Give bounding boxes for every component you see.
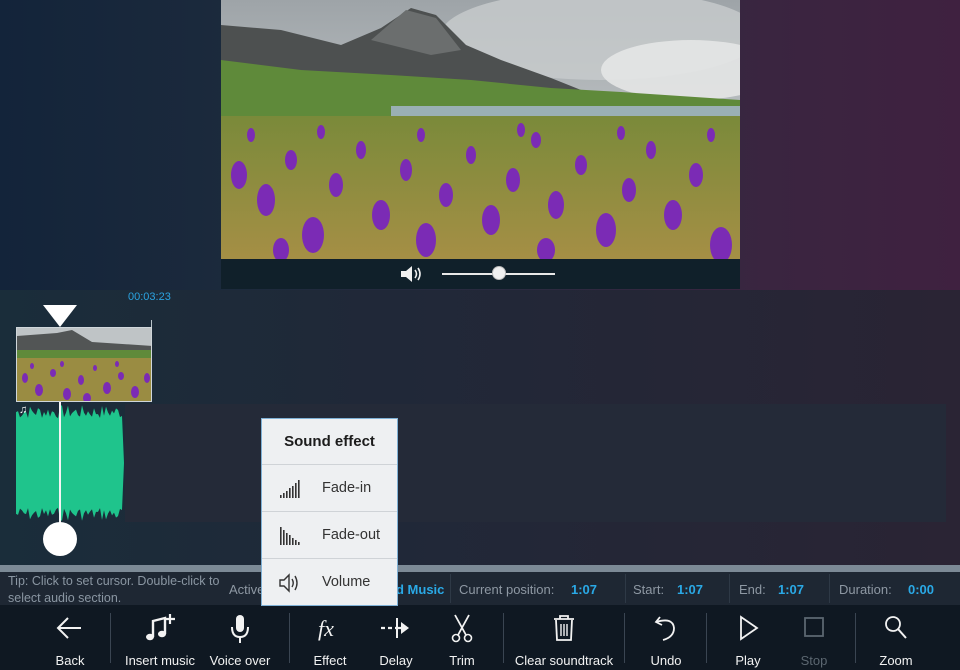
stop-button[interactable]: Stop [788,605,840,670]
zoom-button[interactable]: Zoom [870,605,922,670]
toolbar-divider [110,613,111,663]
svg-text:fx: fx [318,616,334,641]
end-value: 1:07 [778,582,805,597]
duration-value: 0:00 [908,582,935,597]
effect-button[interactable]: fx Effect [300,605,360,670]
stop-icon [788,613,840,649]
undo-icon [640,613,692,649]
video-clip-thumbnail[interactable] [16,327,152,402]
current-position-label: Current position: [459,582,555,597]
status-divider [729,574,730,603]
volume-label: Volume [322,574,371,590]
delay-button[interactable]: Delay [366,605,426,670]
play-label: Play [735,653,761,668]
fx-icon: fx [300,613,360,649]
active-label: Active [229,582,265,597]
status-divider [625,574,626,603]
start-label: Start: [633,582,665,597]
back-label: Back [55,653,85,668]
status-divider [829,574,830,603]
preview-image [221,0,740,259]
magnifier-icon [870,613,922,649]
audio-waveform[interactable] [16,404,126,522]
playhead-marker[interactable] [43,305,77,327]
zoom-label: Zoom [879,653,913,668]
fade-in-icon [280,480,300,498]
trash-icon [512,613,616,649]
timecode: 00:03:23 [128,291,171,303]
duration-label: Duration: [839,582,892,597]
timeline[interactable]: 00:03:23 ♫ [0,290,960,565]
sound-effect-title: Sound effect [262,419,397,465]
active-value: d Music [396,582,445,597]
scissors-icon [437,613,487,649]
audio-track[interactable] [125,404,946,522]
insert-music-button[interactable]: Insert music [120,605,200,670]
end-label: End: [739,582,766,597]
add-music-icon [120,613,200,649]
undo-button[interactable]: Undo [640,605,692,670]
trim-button[interactable]: Trim [437,605,487,670]
trim-label: Trim [449,653,475,668]
start-value: 1:07 [677,582,704,597]
menu-item-fade-in[interactable]: Fade-in [262,465,397,512]
clip-thumbnail-image [17,328,151,401]
undo-label: Undo [650,653,682,668]
current-position-value: 1:07 [571,582,598,597]
menu-item-volume[interactable]: Volume [262,559,397,606]
fade-out-icon [280,527,300,545]
effect-label: Effect [313,653,347,668]
arrow-left-icon [40,613,100,649]
microphone-icon [205,613,275,649]
toolbar-divider [289,613,290,663]
toolbar-divider [706,613,707,663]
clear-soundtrack-button[interactable]: Clear soundtrack [512,605,616,670]
video-preview[interactable] [221,0,740,289]
toolbar-divider [624,613,625,663]
voice-over-label: Voice over [209,653,271,668]
voice-over-button[interactable]: Voice over [205,605,275,670]
toolbar-divider [855,613,856,663]
music-note-icon: ♫ [19,404,28,416]
play-button[interactable]: Play [722,605,774,670]
clear-soundtrack-label: Clear soundtrack [514,653,614,668]
status-bar: Tip: Click to set cursor. Double-click t… [0,572,960,605]
bottom-toolbar: Back Insert music Voice over fx Effect D… [0,605,960,670]
toolbar-divider [503,613,504,663]
fade-in-label: Fade-in [322,480,372,496]
player-controls [221,259,740,289]
speaker-icon [279,573,298,593]
delay-label: Delay [379,653,413,668]
status-divider [450,574,451,603]
menu-item-fade-out[interactable]: Fade-out [262,512,397,559]
tip-text: Tip: Click to set cursor. Double-click t… [8,574,220,605]
insert-music-label: Insert music [124,653,196,668]
playhead-handle[interactable] [43,522,77,556]
back-button[interactable]: Back [40,605,100,670]
delay-icon [366,613,426,649]
stop-label: Stop [800,653,828,668]
fade-out-label: Fade-out [322,527,381,543]
sound-effect-menu: Sound effect Fade-in Fade-out Volume [261,418,398,606]
playhead-line [59,402,61,542]
play-icon [722,613,774,649]
timeline-scrollbar[interactable] [0,565,960,572]
volume-slider-thumb[interactable] [491,266,506,280]
speaker-icon[interactable] [399,263,425,285]
